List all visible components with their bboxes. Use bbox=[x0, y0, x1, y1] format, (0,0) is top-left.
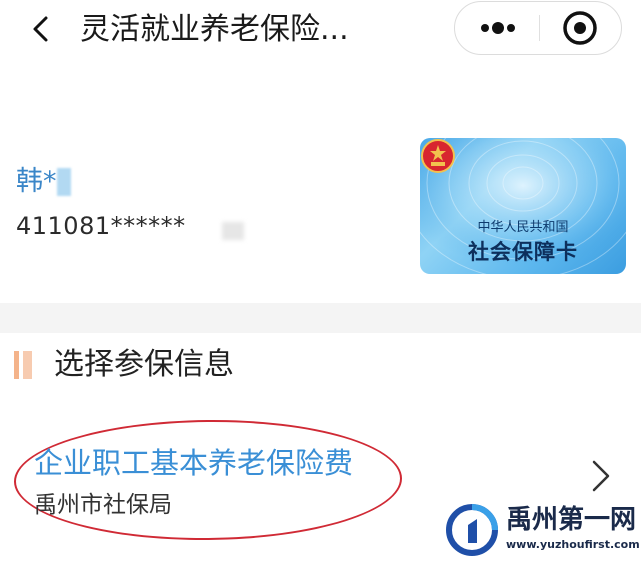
chevron-right-icon bbox=[592, 460, 610, 492]
user-name-row: 韩* bbox=[16, 162, 71, 202]
watermark-logo-icon bbox=[446, 504, 498, 556]
user-id-number: 411081****** bbox=[16, 212, 186, 240]
site-watermark: 禹州第一网 www.yuzhoufirst.com bbox=[444, 500, 640, 560]
more-button[interactable] bbox=[455, 2, 539, 54]
back-chevron-icon[interactable] bbox=[24, 12, 58, 46]
close-mini-program-button[interactable] bbox=[540, 2, 622, 54]
name-redaction bbox=[56, 168, 71, 196]
close-target-icon bbox=[563, 11, 597, 45]
card-title: 社会保障卡 bbox=[468, 240, 578, 264]
section-separator bbox=[0, 303, 641, 333]
more-dots-icon bbox=[481, 22, 515, 34]
watermark-name: 禹州第一网 bbox=[506, 505, 637, 535]
national-emblem-icon bbox=[421, 139, 455, 173]
insurance-item-title: 企业职工基本养老保险费 bbox=[34, 446, 354, 480]
section-accent-bar-light bbox=[23, 351, 32, 379]
page-title: 灵活就业养老保险... bbox=[80, 12, 349, 47]
user-name: 韩* bbox=[16, 166, 57, 197]
section-accent-bar bbox=[14, 351, 19, 379]
mini-program-capsule bbox=[454, 1, 622, 55]
social-security-card[interactable]: 中华人民共和国 社会保障卡 bbox=[420, 138, 626, 274]
insurance-item-agency: 禹州市社保局 bbox=[34, 492, 172, 518]
id-redaction bbox=[222, 222, 244, 240]
top-nav-bar: 灵活就业养老保险... bbox=[0, 0, 641, 64]
card-country: 中华人民共和国 bbox=[477, 220, 569, 235]
section-title: 选择参保信息 bbox=[54, 347, 234, 382]
watermark-url: www.yuzhoufirst.com bbox=[506, 538, 640, 551]
